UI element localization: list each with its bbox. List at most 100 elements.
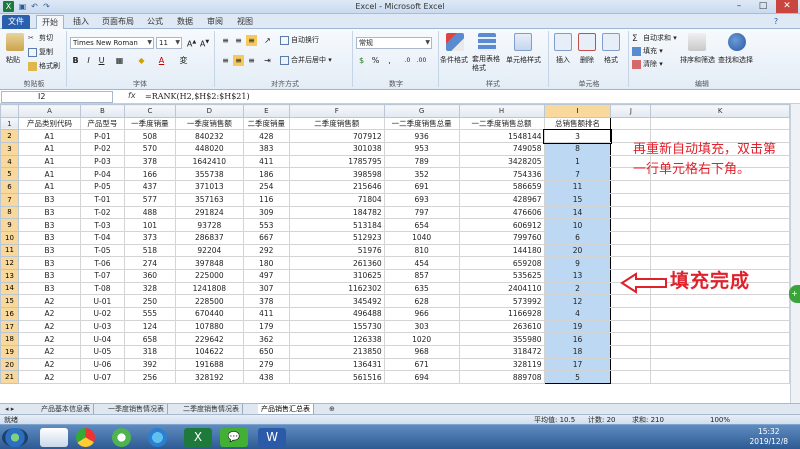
system-clock[interactable]: 15:32 2019/12/8 xyxy=(750,427,788,447)
border-icon[interactable]: ▦ xyxy=(114,55,125,66)
data-cell[interactable]: 307 xyxy=(242,281,290,296)
data-cell[interactable]: 438 xyxy=(242,370,290,385)
column-header-g[interactable]: G xyxy=(383,104,460,118)
data-cell[interactable]: A2 xyxy=(17,307,81,321)
rank-cell[interactable]: 12 xyxy=(543,294,612,308)
data-cell[interactable]: 373 xyxy=(123,230,176,245)
data-cell[interactable]: 274 xyxy=(123,256,176,270)
data-cell[interactable]: 186 xyxy=(242,167,290,182)
data-cell[interactable]: 318472 xyxy=(458,345,545,359)
data-cell[interactable]: B3 xyxy=(17,218,81,232)
data-cell[interactable]: 1785795 xyxy=(288,154,385,169)
data-cell[interactable] xyxy=(650,192,790,207)
excel-taskbar-icon[interactable]: X xyxy=(184,428,212,447)
clear-button[interactable]: 清除 ▾ xyxy=(632,59,663,69)
browser-icon[interactable] xyxy=(148,428,167,447)
data-cell[interactable] xyxy=(610,319,652,334)
data-cell[interactable]: 789 xyxy=(383,154,460,169)
delete-cells-icon[interactable] xyxy=(578,33,596,51)
data-cell[interactable]: 71804 xyxy=(288,192,385,207)
autosum-button[interactable]: Σ 自动求和 ▾ xyxy=(632,33,677,44)
header-cell[interactable] xyxy=(650,116,790,131)
tab-formulas[interactable]: 公式 xyxy=(142,15,168,29)
data-cell[interactable]: 301038 xyxy=(288,142,385,156)
data-cell[interactable]: T-07 xyxy=(79,268,125,283)
row-header[interactable]: 8 xyxy=(0,205,19,220)
row-header[interactable]: 20 xyxy=(0,357,19,372)
column-header-b[interactable]: B xyxy=(79,104,125,118)
data-cell[interactable]: A2 xyxy=(17,357,81,372)
data-cell[interactable]: 383 xyxy=(242,142,290,156)
header-cell[interactable]: 产品型号 xyxy=(79,116,125,131)
data-cell[interactable]: 362 xyxy=(242,332,290,347)
rank-cell[interactable]: 15 xyxy=(543,192,612,207)
data-cell[interactable]: B3 xyxy=(17,268,81,283)
align-top-icon[interactable]: ≡ xyxy=(220,35,231,46)
data-cell[interactable]: 318 xyxy=(123,345,176,359)
wechat-icon[interactable]: 💬 xyxy=(220,428,248,447)
data-cell[interactable]: 454 xyxy=(383,256,460,270)
data-cell[interactable]: 570 xyxy=(123,142,176,156)
align-bottom-icon[interactable]: ≡ xyxy=(246,35,257,46)
data-cell[interactable]: U-03 xyxy=(79,319,125,334)
data-cell[interactable]: A2 xyxy=(17,370,81,385)
close-icon[interactable]: ✕ xyxy=(776,0,798,13)
data-cell[interactable]: U-05 xyxy=(79,345,125,359)
data-cell[interactable]: P-05 xyxy=(79,180,125,194)
word-icon[interactable]: W xyxy=(258,428,286,447)
rank-cell[interactable]: 4 xyxy=(543,307,612,321)
fill-button[interactable]: 填充 ▾ xyxy=(632,46,663,56)
tab-file[interactable]: 文件 xyxy=(2,15,30,29)
data-cell[interactable]: 279 xyxy=(242,357,290,372)
rank-cell[interactable]: 3 xyxy=(543,128,612,144)
data-cell[interactable]: U-01 xyxy=(79,294,125,308)
data-cell[interactable]: 476606 xyxy=(458,205,545,220)
tab-review[interactable]: 审阅 xyxy=(202,15,228,29)
data-cell[interactable] xyxy=(610,370,652,385)
file-explorer-icon[interactable] xyxy=(40,428,68,447)
fill-color-icon[interactable]: ◆ xyxy=(136,55,147,66)
data-cell[interactable] xyxy=(650,294,790,308)
data-cell[interactable]: A1 xyxy=(17,167,81,182)
data-cell[interactable]: 659208 xyxy=(458,256,545,270)
data-cell[interactable]: 448020 xyxy=(174,142,244,156)
data-cell[interactable]: 101 xyxy=(123,218,176,232)
row-header[interactable]: 18 xyxy=(0,332,19,347)
data-cell[interactable]: A2 xyxy=(17,345,81,359)
align-middle-icon[interactable]: ≡ xyxy=(233,35,244,46)
green-app-icon[interactable] xyxy=(112,428,131,447)
data-cell[interactable]: T-06 xyxy=(79,256,125,270)
data-cell[interactable] xyxy=(650,370,790,385)
data-cell[interactable]: 953 xyxy=(383,142,460,156)
data-cell[interactable]: P-04 xyxy=(79,167,125,182)
format-painter-button[interactable]: 格式刷 xyxy=(28,61,60,71)
rank-cell[interactable]: 5 xyxy=(543,370,612,385)
conditional-format-icon[interactable] xyxy=(446,33,464,51)
data-cell[interactable]: 968 xyxy=(383,345,460,359)
format-cells-icon[interactable] xyxy=(602,33,620,51)
data-cell[interactable]: 707912 xyxy=(288,129,385,144)
data-cell[interactable]: 328119 xyxy=(458,357,545,372)
data-cell[interactable]: 428967 xyxy=(458,192,545,207)
data-cell[interactable]: A1 xyxy=(17,129,81,144)
data-cell[interactable]: 286837 xyxy=(174,230,244,245)
select-all-corner[interactable] xyxy=(0,104,19,118)
data-cell[interactable]: 936 xyxy=(383,129,460,144)
data-cell[interactable] xyxy=(650,319,790,334)
row-header[interactable]: 12 xyxy=(0,256,19,270)
formula-input[interactable]: =RANK(H2,$H$2:$H$21) xyxy=(145,92,250,101)
data-cell[interactable]: 518 xyxy=(123,243,176,258)
cut-button[interactable]: ✂ 剪切 xyxy=(28,33,53,43)
data-cell[interactable]: 654 xyxy=(383,218,460,232)
data-cell[interactable]: 261360 xyxy=(288,256,385,270)
vertical-scrollbar[interactable] xyxy=(790,104,800,403)
format-cells-button[interactable]: 格式 xyxy=(604,55,618,65)
data-cell[interactable]: 144180 xyxy=(458,243,545,258)
data-cell[interactable]: 508 xyxy=(123,129,176,144)
row-header[interactable]: 9 xyxy=(0,218,19,232)
data-cell[interactable]: 92204 xyxy=(174,243,244,258)
row-header[interactable]: 10 xyxy=(0,230,19,245)
data-cell[interactable] xyxy=(650,332,790,347)
data-cell[interactable]: 658 xyxy=(123,332,176,347)
data-cell[interactable]: B3 xyxy=(17,192,81,207)
